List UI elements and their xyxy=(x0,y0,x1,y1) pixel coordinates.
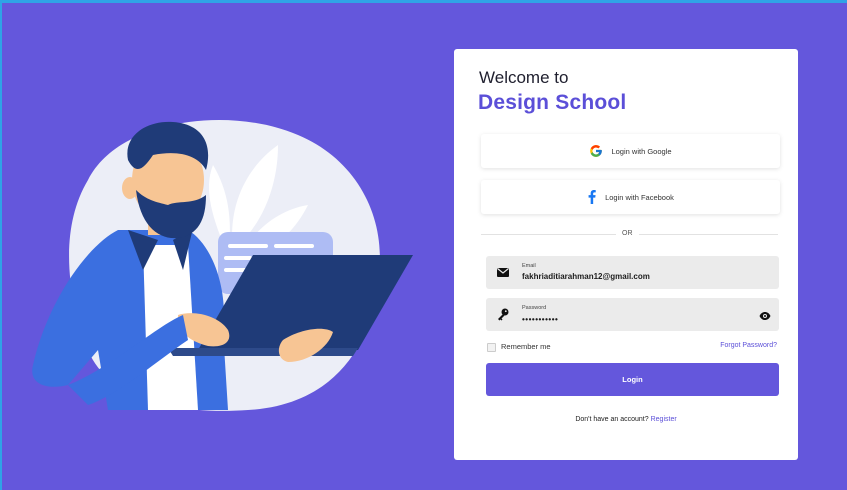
brand-title: Design School xyxy=(478,91,627,114)
password-label: Password xyxy=(522,305,547,311)
envelope-icon xyxy=(496,265,510,279)
password-value: ••••••••••• xyxy=(522,315,559,324)
facebook-f-icon xyxy=(587,190,597,204)
google-g-icon xyxy=(589,144,603,158)
facebook-login-button[interactable]: Login with Facebook xyxy=(481,180,780,214)
email-label: Email xyxy=(522,263,536,269)
remember-me-label: Remember me xyxy=(501,342,551,351)
signup-row: Don't have an account? Register xyxy=(454,416,798,423)
remember-me-checkbox[interactable] xyxy=(487,343,496,352)
eye-icon[interactable] xyxy=(759,309,771,321)
hero-illustration xyxy=(28,110,428,420)
left-border xyxy=(0,0,2,490)
key-icon xyxy=(496,307,510,321)
welcome-text: Welcome to xyxy=(479,68,569,87)
google-login-button[interactable]: Login with Google xyxy=(481,134,780,168)
top-border xyxy=(0,0,847,3)
signup-prompt: Don't have an account? xyxy=(575,416,649,423)
email-value: fakhriaditiarahman12@gmail.com xyxy=(522,272,650,281)
login-card: Welcome to Design School Login with Goog… xyxy=(454,49,798,460)
or-text: OR xyxy=(616,230,639,237)
forgot-password-link[interactable]: Forgot Password? xyxy=(720,342,777,349)
password-field[interactable]: Password ••••••••••• xyxy=(486,298,779,331)
facebook-login-label: Login with Facebook xyxy=(605,192,674,202)
register-link[interactable]: Register xyxy=(651,416,677,423)
google-login-label: Login with Google xyxy=(611,146,672,156)
login-button[interactable]: Login xyxy=(486,363,779,396)
email-field[interactable]: Email fakhriaditiarahman12@gmail.com xyxy=(486,256,779,289)
